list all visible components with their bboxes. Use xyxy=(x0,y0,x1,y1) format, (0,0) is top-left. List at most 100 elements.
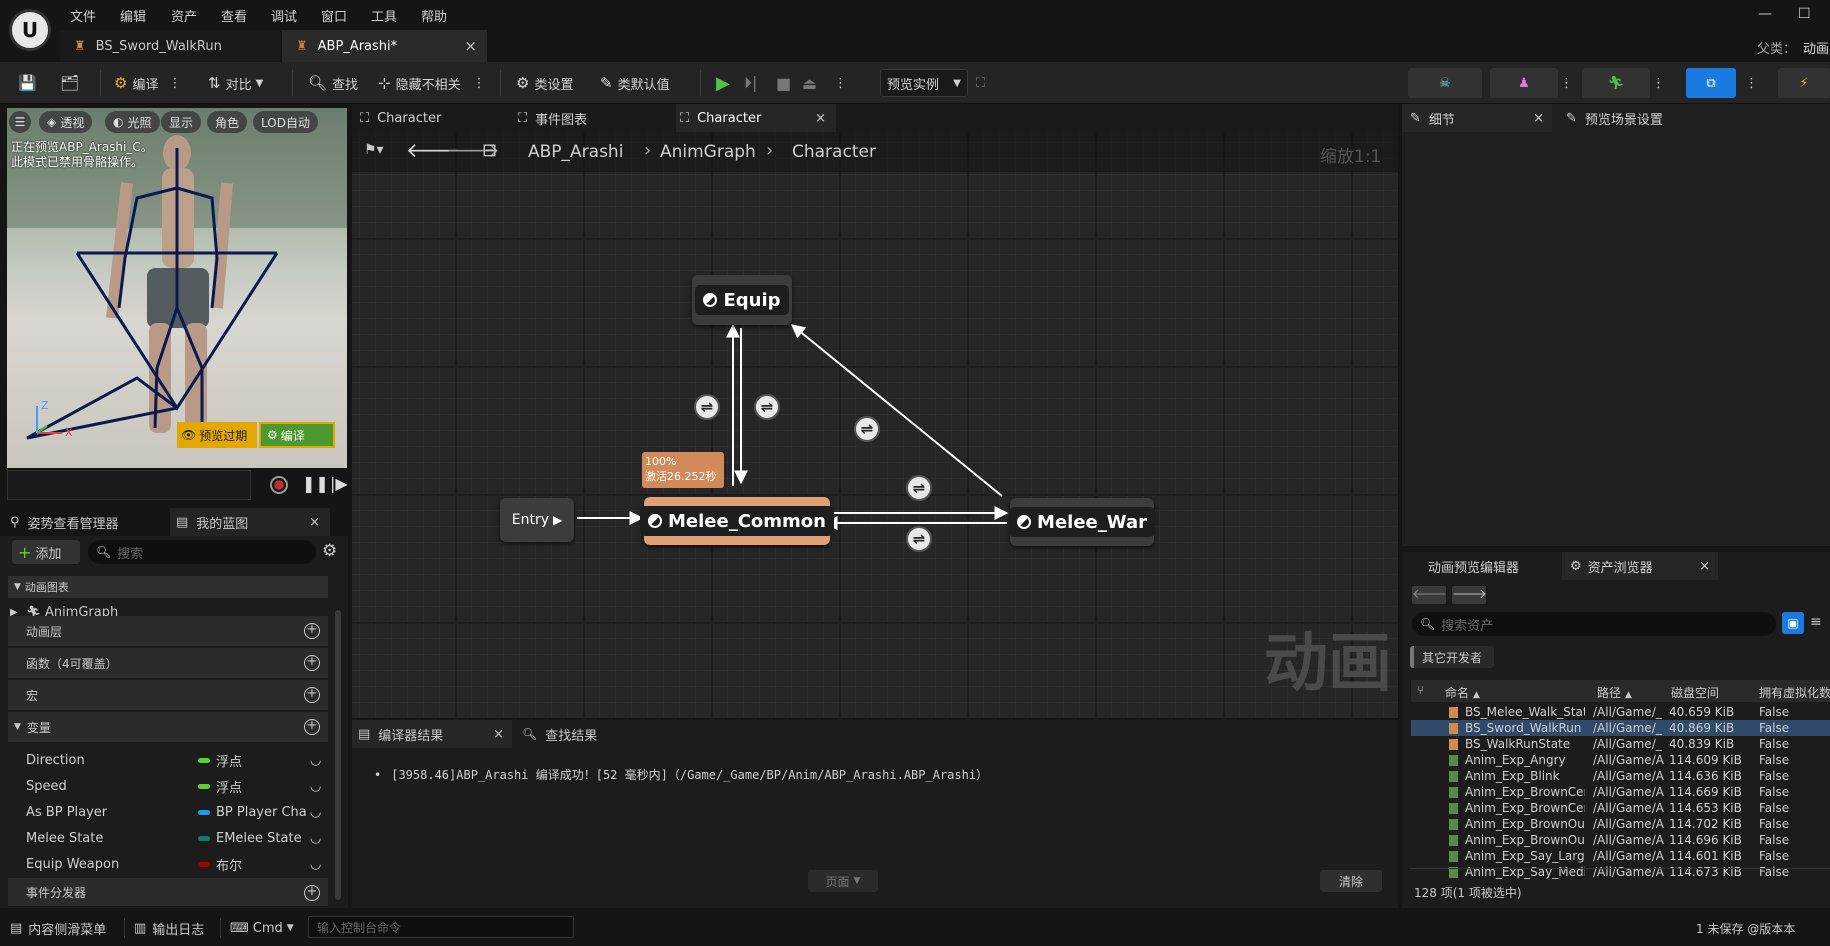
menu-debug[interactable]: 调试 xyxy=(271,6,297,25)
column-virtualized[interactable]: 拥有虚拟化数 xyxy=(1759,684,1830,701)
hide-unrelated-button[interactable]: ⊹ 隐藏不相关 ⋮ xyxy=(378,72,486,94)
asset-row[interactable]: Anim_Exp_Say_Medi/All/Game/A 114.673 KiB F… xyxy=(1411,864,1830,880)
asset-row[interactable]: Anim_Exp_BrownCen/All/Game/A 114.669 KiB F… xyxy=(1411,784,1830,800)
menu-help[interactable]: 帮助 xyxy=(421,6,447,25)
asset-row[interactable]: Anim_Exp_Say_Large/All/Game/A 114.601 KiB… xyxy=(1411,848,1830,864)
variable-row[interactable]: Speed 浮点 ◡ xyxy=(8,773,328,799)
viewport-compile-button[interactable]: ⚙ 编译 xyxy=(259,422,335,448)
eject-icon[interactable]: ⏏ xyxy=(802,72,817,94)
variable-row[interactable]: As BP Player BP Player Chara ◡ xyxy=(8,799,328,825)
step-icon[interactable]: ⏵| xyxy=(744,72,757,94)
add-circle-icon[interactable]: + xyxy=(304,655,320,671)
more-icon[interactable]: ⋮ xyxy=(473,76,486,91)
unreal-logo-icon[interactable]: U xyxy=(9,9,51,51)
diff-button[interactable]: ⇅ 对比 ▼ xyxy=(208,72,263,94)
tab-asset-browser[interactable]: ⚙ 资产浏览器 × xyxy=(1562,552,1718,580)
menu-window[interactable]: 窗口 xyxy=(321,6,347,25)
page-dropdown[interactable]: 页面 ▼ xyxy=(808,870,878,892)
blueprint-mode-button[interactable]: ⧉ xyxy=(1686,68,1736,98)
anim-layers-category[interactable]: 动画层 + xyxy=(8,616,328,646)
scrollbar[interactable] xyxy=(335,610,341,900)
stop-icon[interactable]: ■ xyxy=(776,72,791,94)
eye-closed-icon[interactable]: ◡ xyxy=(310,805,321,820)
transition-rule-icon[interactable]: ⇌ xyxy=(754,394,780,420)
more-icon[interactable]: ⋮ xyxy=(834,72,847,94)
anim-graph-canvas[interactable]: ⚑▾ 🡐 🡒 ⊟ ABP_Arashi › AnimGraph › Charac… xyxy=(352,132,1398,718)
add-button[interactable]: + 添加 xyxy=(12,540,80,564)
functions-category[interactable]: 函数（4可覆盖） + xyxy=(8,648,328,678)
asset-row[interactable]: Anim_Exp_BrownOut/All/Game/A 114.702 KiB F… xyxy=(1411,816,1830,832)
asset-row[interactable]: Anim_Exp_BrownOut/All/Game/A 114.696 KiB F… xyxy=(1411,832,1830,848)
preview-viewport[interactable]: ☰ ◈ 透视 ◐ 光照 显示 角色 LOD自动 正在预览ABP_Arashi_C。 … xyxy=(7,108,347,468)
debug-filter-icon[interactable]: ⛶ xyxy=(976,72,985,94)
tab-my-blueprint[interactable]: ▤ 我的蓝图 × xyxy=(170,508,330,536)
character-button[interactable]: 角色 xyxy=(207,111,248,133)
output-log-button[interactable]: ▥ 输出日志 xyxy=(134,918,204,938)
animation-mode-button[interactable]: 🏃︎ xyxy=(1582,68,1650,98)
transition-rule-icon[interactable]: ⇌ xyxy=(694,394,720,420)
class-settings-button[interactable]: ⚙ 类设置 xyxy=(516,72,573,94)
content-drawer-button[interactable]: ▤ 内容侧滑菜单 xyxy=(10,918,106,938)
next-frame-icon[interactable]: |▶ xyxy=(330,474,348,493)
add-circle-icon[interactable]: + xyxy=(304,623,320,639)
forward-arrow-icon[interactable]: 🡒 xyxy=(1452,586,1487,604)
back-arrow-icon[interactable]: 🡐 xyxy=(1412,586,1447,604)
close-icon[interactable]: × xyxy=(493,727,504,742)
clear-button[interactable]: 清除 xyxy=(1320,870,1382,892)
folder-icon[interactable]: ▣ xyxy=(1782,612,1804,634)
view-options-icon[interactable]: ⑂ xyxy=(1417,683,1424,697)
tab-character[interactable]: ⛶ Character xyxy=(356,104,506,132)
state-melee-war[interactable]: Melee_War xyxy=(1009,498,1155,546)
settings-gear-icon[interactable]: ⚙ xyxy=(322,541,337,561)
parent-class-value[interactable]: 动画实 xyxy=(1803,38,1830,57)
asset-row[interactable]: BS_Sword_WalkRun/All/Game/_ 40.869 KiB Fal… xyxy=(1411,720,1830,736)
cmd-dropdown[interactable]: ⌨ Cmd ▼ xyxy=(230,918,294,938)
column-path[interactable]: 路径 ▲ xyxy=(1597,684,1632,701)
more-icon[interactable]: ⋮ xyxy=(1745,72,1758,94)
filter-icon[interactable]: ≡ xyxy=(1810,614,1822,630)
browse-icon[interactable]: 🗂 xyxy=(60,72,84,94)
column-disk-size[interactable]: 磁盘空间 xyxy=(1671,684,1719,701)
more-icon[interactable]: ⋮ xyxy=(1560,72,1573,94)
menu-file[interactable]: 文件 xyxy=(70,6,96,25)
record-icon[interactable] xyxy=(270,476,288,494)
physics-mode-button[interactable]: ⚡ xyxy=(1778,68,1830,98)
close-icon[interactable]: × xyxy=(815,111,826,126)
tab-bs-sword-walkrun[interactable]: ♜ BS_Sword_WalkRun xyxy=(60,30,280,62)
tab-preview-scene[interactable]: ✎ 预览场景设置 xyxy=(1566,104,1726,132)
class-defaults-button[interactable]: ✎ 类默认值 xyxy=(600,72,670,94)
anim-graphs-header[interactable]: ▼ 动画图表 xyxy=(8,576,328,598)
preview-instance-dropdown[interactable]: 预览实例 ▼ xyxy=(880,69,968,97)
variable-row[interactable]: Melee State EMelee State ◡ xyxy=(8,825,328,851)
close-icon[interactable]: × xyxy=(1533,111,1544,126)
variable-row[interactable]: Equip Weapon 布尔 ◡ xyxy=(8,851,328,877)
asset-row[interactable]: BS_Melee_Walk_Stat/All/Game/_ 40.659 KiB F… xyxy=(1411,704,1830,720)
menu-edit[interactable]: 编辑 xyxy=(120,6,146,25)
asset-row[interactable]: BS_WalkRunState/All/Game/_ 40.839 KiB Fals… xyxy=(1411,736,1830,752)
add-circle-icon[interactable]: + xyxy=(304,885,320,901)
tab-compiler-results[interactable]: ▤ 编译器结果 × xyxy=(352,720,512,748)
tab-pose-watch[interactable]: ⚲ 姿势查看管理器 xyxy=(10,508,170,536)
compile-button[interactable]: ⚙ 编译 ⋮ xyxy=(114,72,181,94)
tab-character-active[interactable]: ⛶ Character × xyxy=(676,104,836,132)
macros-category[interactable]: 宏 + xyxy=(8,680,328,710)
transition-rule-icon[interactable]: ⇌ xyxy=(854,416,880,442)
variable-row[interactable]: Direction 浮点 ◡ xyxy=(8,747,328,773)
add-circle-icon[interactable]: + xyxy=(304,687,320,703)
viewport-menu-icon[interactable]: ☰ xyxy=(9,111,31,133)
play-icon[interactable]: ▶ xyxy=(716,72,730,94)
state-equip[interactable]: Equip xyxy=(692,275,792,325)
minimize-button[interactable]: — xyxy=(1758,6,1772,22)
lod-button[interactable]: LOD自动 xyxy=(253,111,318,133)
eye-closed-icon[interactable]: ◡ xyxy=(310,857,321,872)
asset-row[interactable]: Anim_Exp_Blink/All/Game/A 114.636 KiB Fals… xyxy=(1411,768,1830,784)
more-icon[interactable]: ⋮ xyxy=(168,76,181,91)
asset-row[interactable]: Anim_Exp_BrownCen/All/Game/A 114.653 KiB F… xyxy=(1411,800,1830,816)
eye-closed-icon[interactable]: ◡ xyxy=(310,831,321,846)
tab-details[interactable]: ✎ 细节 × xyxy=(1402,104,1552,132)
close-icon[interactable]: × xyxy=(464,37,477,55)
menu-tools[interactable]: 工具 xyxy=(371,6,397,25)
state-melee-common[interactable]: Melee_Common xyxy=(640,497,834,545)
event-dispatchers-category[interactable]: 事件分发器 + xyxy=(8,878,328,906)
mesh-mode-button[interactable]: ♟ xyxy=(1490,68,1558,98)
